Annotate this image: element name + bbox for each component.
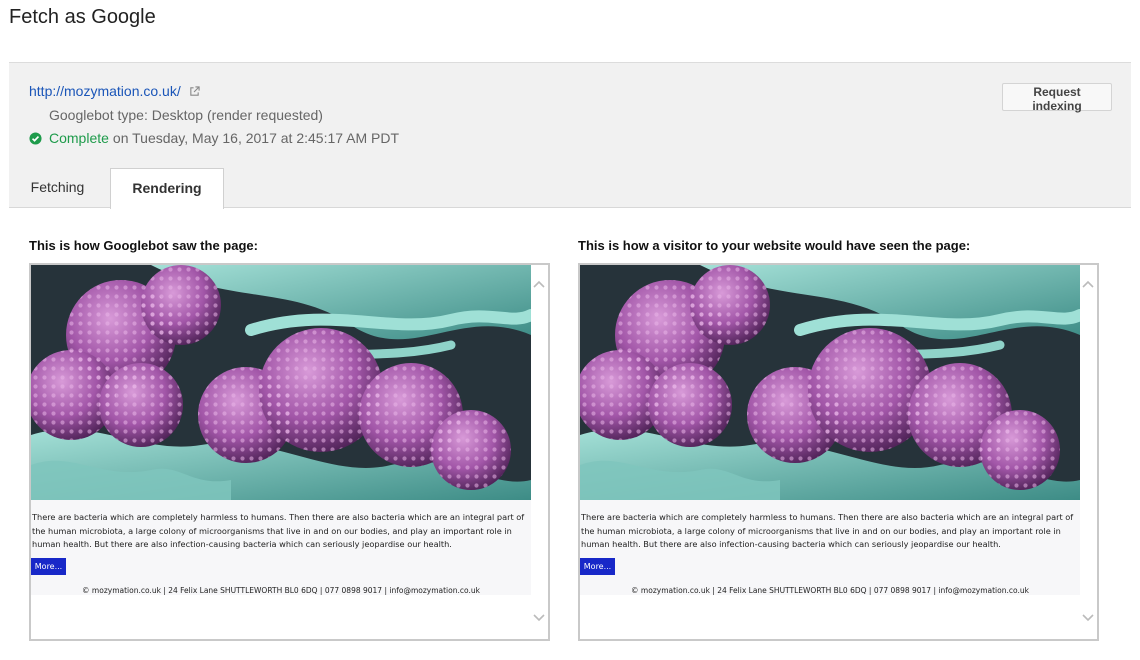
tab-bar: Fetching Rendering <box>9 168 224 209</box>
frame-scrollbar[interactable] <box>531 265 548 639</box>
tab-rendering[interactable]: Rendering <box>110 168 224 209</box>
rendered-page: There are bacteria which are completely … <box>31 265 531 639</box>
more-button[interactable]: More... <box>580 558 615 575</box>
chevron-down-icon[interactable] <box>533 613 545 623</box>
bacteria-hero-image <box>580 265 1080 500</box>
rendered-body-text: There are bacteria which are completely … <box>580 500 1080 595</box>
rendered-page: There are bacteria which are completely … <box>580 265 1080 639</box>
rendered-footer: © mozymation.co.uk | 24 Felix Lane SHUTT… <box>82 586 480 595</box>
request-indexing-button[interactable]: Request indexing <box>1002 83 1112 113</box>
googlebot-view-heading: This is how Googlebot saw the page: <box>29 238 258 253</box>
googlebot-render-frame[interactable]: There are bacteria which are completely … <box>29 263 550 641</box>
googlebot-type: Googlebot type: Desktop (render requeste… <box>49 107 323 123</box>
tab-fetching[interactable]: Fetching <box>9 168 110 208</box>
rendered-body-text: There are bacteria which are completely … <box>31 500 531 595</box>
chevron-up-icon[interactable] <box>1082 279 1094 289</box>
rendered-footer: © mozymation.co.uk | 24 Felix Lane SHUTT… <box>631 586 1029 595</box>
fetch-result-header: http://mozymation.co.uk/ Googlebot type:… <box>9 62 1131 209</box>
chevron-up-icon[interactable] <box>533 279 545 289</box>
visitor-render-frame[interactable]: There are bacteria which are completely … <box>578 263 1099 641</box>
bacteria-hero-image <box>31 265 531 500</box>
external-link-icon[interactable] <box>189 85 200 97</box>
frame-scrollbar[interactable] <box>1080 265 1097 639</box>
fetched-url-link[interactable]: http://mozymation.co.uk/ <box>29 83 181 99</box>
more-button[interactable]: More... <box>31 558 66 575</box>
page-title: Fetch as Google <box>9 6 156 28</box>
status-timestamp: on Tuesday, May 16, 2017 at 2:45:17 AM P… <box>112 130 400 146</box>
fetched-url-row: http://mozymation.co.uk/ <box>29 83 200 99</box>
status-complete: Complete <box>49 130 109 146</box>
chevron-down-icon[interactable] <box>1082 613 1094 623</box>
fetch-status: Complete on Tuesday, May 16, 2017 at 2:4… <box>29 130 399 146</box>
visitor-view-heading: This is how a visitor to your website wo… <box>578 238 971 253</box>
check-circle-icon <box>29 131 42 145</box>
